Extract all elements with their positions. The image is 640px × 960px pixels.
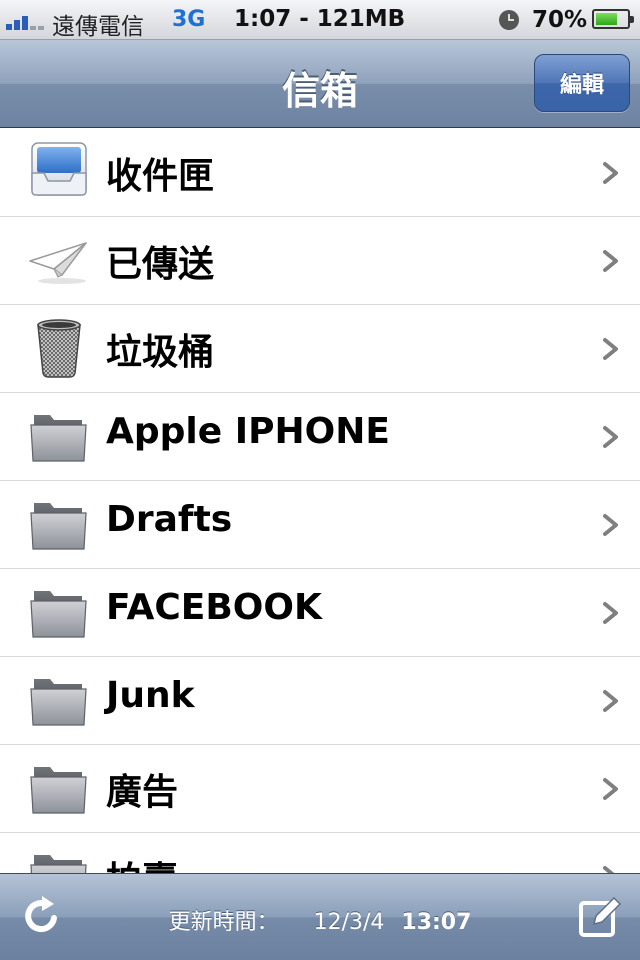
mailbox-item-sent[interactable]: 已傳送 xyxy=(0,217,640,305)
navigation-bar: 信箱 編輯 xyxy=(0,40,640,128)
mailbox-label: FACEBOOK xyxy=(106,587,322,628)
signal-strength-icon xyxy=(6,10,44,30)
folder-icon xyxy=(30,591,87,638)
sent-icon xyxy=(29,242,87,284)
folder-icon xyxy=(30,415,87,462)
mailbox-item-folder[interactable]: Junk xyxy=(0,657,640,745)
mailbox-item-folder[interactable]: Apple IPHONE xyxy=(0,393,640,481)
chevron-right-icon xyxy=(603,162,618,184)
mailbox-item-folder[interactable]: FACEBOOK xyxy=(0,569,640,657)
mailbox-label: 收件匣 xyxy=(106,156,215,197)
mailbox-item-folder[interactable]: 廣告 xyxy=(0,745,640,833)
mailbox-list: 收件匣 已傳送 垃圾桶 Apple IPHONE Drafts FACEBOOK… xyxy=(0,129,640,873)
mailbox-label: 已傳送 xyxy=(106,244,215,285)
folder-icon xyxy=(30,679,87,726)
folder-icon xyxy=(30,855,87,873)
mailbox-item-folder[interactable]: 拍賣 xyxy=(0,833,640,873)
battery-percent: 70% xyxy=(532,7,588,33)
mailbox-label: Apple IPHONE xyxy=(106,411,390,452)
chevron-right-icon xyxy=(603,602,618,624)
last-updated-date: 12/3/4 xyxy=(313,910,385,935)
mailbox-item-trash[interactable]: 垃圾桶 xyxy=(0,305,640,393)
mailbox-label: Junk xyxy=(106,675,195,716)
alarm-clock-icon xyxy=(499,10,519,30)
mailbox-item-folder[interactable]: Drafts xyxy=(0,481,640,569)
folder-icon xyxy=(30,767,87,814)
chevron-right-icon xyxy=(603,426,618,448)
mailbox-label: 拍賣 xyxy=(106,851,178,873)
mailbox-label: Drafts xyxy=(106,499,233,540)
status-time: 1:07 - 121MB xyxy=(234,6,406,32)
compose-icon[interactable] xyxy=(578,894,622,938)
mailbox-label: 廣告 xyxy=(106,772,179,813)
trash-icon xyxy=(37,319,81,378)
edit-button[interactable]: 編輯 xyxy=(534,54,630,112)
inbox-icon xyxy=(31,142,87,196)
chevron-right-icon xyxy=(603,250,618,272)
battery-icon xyxy=(592,9,634,29)
last-updated-time: 13:07 xyxy=(401,910,472,935)
network-type: 3G xyxy=(172,7,206,32)
chevron-right-icon xyxy=(603,690,618,712)
chevron-right-icon xyxy=(603,338,618,360)
chevron-right-icon xyxy=(603,866,615,873)
bottom-toolbar: 更新時間： 12/3/4 13:07 xyxy=(0,873,640,960)
chevron-right-icon xyxy=(603,514,618,536)
folder-icon xyxy=(30,503,87,550)
mailbox-item-inbox[interactable]: 收件匣 xyxy=(0,129,640,217)
last-updated: 更新時間： 12/3/4 13:07 xyxy=(0,904,640,936)
chevron-right-icon xyxy=(603,778,618,800)
mailbox-label: 垃圾桶 xyxy=(106,332,215,373)
last-updated-label: 更新時間： xyxy=(168,910,279,935)
carrier-name: 遠傳電信 xyxy=(52,14,144,40)
status-bar: 遠傳電信 3G 1:07 - 121MB 70% xyxy=(0,0,640,40)
